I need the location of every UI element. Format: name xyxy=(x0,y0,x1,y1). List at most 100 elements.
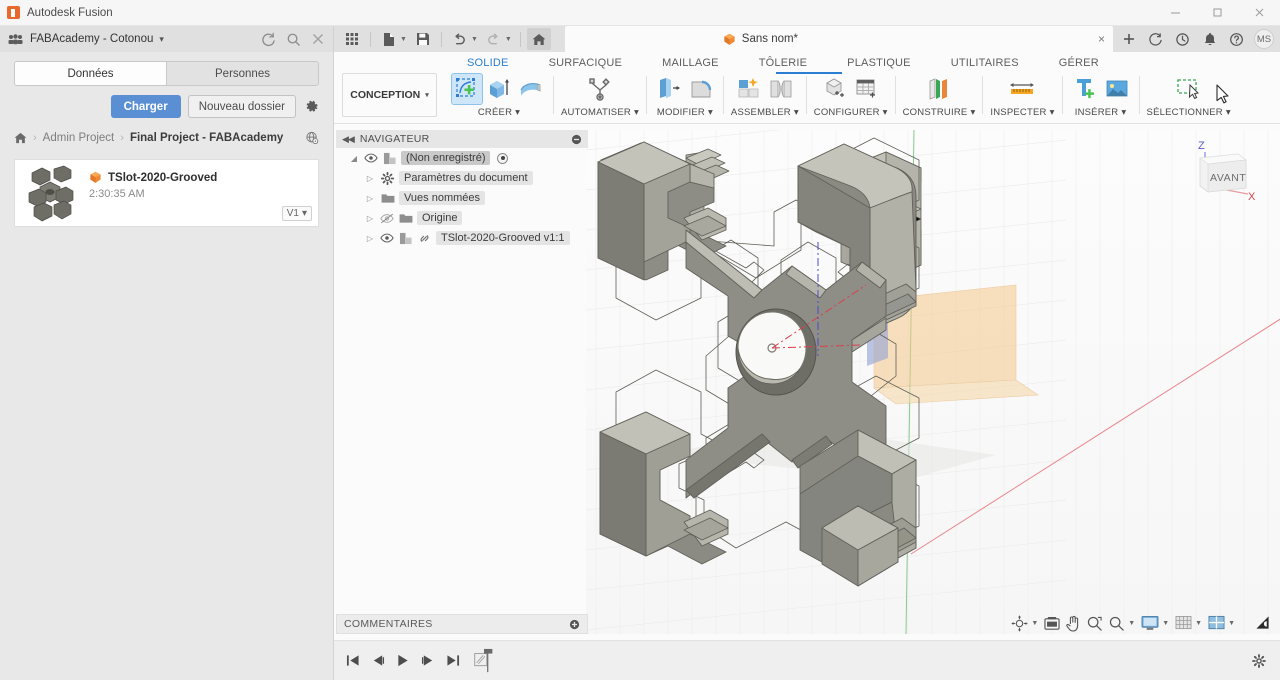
chevron-down-icon[interactable]: ▼ xyxy=(471,36,478,43)
collapse-left-icon[interactable]: ◀◀ xyxy=(342,134,355,145)
expand-arrow-icon[interactable]: ◢ xyxy=(348,154,360,163)
chevron-down-icon[interactable]: ▼ xyxy=(1195,620,1202,627)
ribbon-group-label[interactable]: AUTOMATISER ▾ xyxy=(561,107,639,118)
home-icon[interactable] xyxy=(526,28,551,50)
configuration-icon[interactable] xyxy=(820,74,850,104)
browser-row-origin[interactable]: ▷ Origine xyxy=(336,208,588,228)
version-selector[interactable]: V1 ▾ xyxy=(281,206,312,221)
tab-maillage[interactable]: MAILLAGE xyxy=(642,57,739,72)
redo-icon[interactable] xyxy=(482,28,506,50)
tab-utilitaires[interactable]: UTILITAIRES xyxy=(931,57,1039,72)
grid-snap-icon[interactable] xyxy=(1173,613,1194,633)
file-card[interactable]: TSlot-2020-Grooved 2:30:35 AM V1 ▾ xyxy=(14,159,319,227)
eye-visible-icon[interactable] xyxy=(364,153,378,163)
create-sketch-icon[interactable] xyxy=(451,73,483,105)
insert-canvas-icon[interactable] xyxy=(1102,74,1132,104)
chevron-down-icon[interactable]: ▾ xyxy=(159,34,164,45)
ribbon-group-label[interactable]: CONSTRUIRE ▾ xyxy=(903,107,976,118)
chevron-down-icon[interactable]: ▼ xyxy=(505,36,512,43)
expand-arrow-icon[interactable]: ▷ xyxy=(364,234,376,243)
zoom-icon[interactable] xyxy=(1084,613,1105,633)
ribbon-group-label[interactable]: INSPECTER ▾ xyxy=(990,107,1054,118)
save-icon[interactable] xyxy=(411,28,435,50)
ribbon-group-label[interactable]: MODIFIER ▾ xyxy=(657,107,713,118)
view-cube[interactable]: Z X AVANT xyxy=(1180,138,1258,214)
help-icon[interactable] xyxy=(1223,26,1250,52)
ribbon-group-label[interactable]: INSÉRER ▾ xyxy=(1075,107,1127,118)
tab-gerer[interactable]: GÉRER xyxy=(1039,57,1119,72)
chevron-down-icon[interactable]: ▼ xyxy=(1031,620,1038,627)
ribbon-group-label[interactable]: CRÉER ▾ xyxy=(478,107,520,118)
minus-circle-icon[interactable] xyxy=(571,134,582,145)
undo-icon[interactable] xyxy=(448,28,472,50)
home-icon[interactable] xyxy=(14,132,27,144)
viewports-icon[interactable] xyxy=(1206,613,1227,633)
pan-icon[interactable] xyxy=(1063,613,1083,633)
app-grid-icon[interactable] xyxy=(340,28,364,50)
config-table-icon[interactable] xyxy=(852,74,882,104)
plus-circle-icon[interactable] xyxy=(569,619,580,630)
globe-icon[interactable] xyxy=(305,131,319,145)
ribbon-group-label[interactable]: CONFIGURER ▾ xyxy=(814,107,888,118)
offset-plane-icon[interactable] xyxy=(924,74,954,104)
tab-donnees[interactable]: Données xyxy=(15,62,166,85)
recent-icon[interactable] xyxy=(1169,26,1196,52)
gear-icon[interactable] xyxy=(305,100,319,114)
look-at-icon[interactable] xyxy=(1042,613,1062,633)
new-folder-button[interactable]: Nouveau dossier xyxy=(187,95,296,118)
go-to-end-icon[interactable] xyxy=(442,650,464,672)
browser-row-root[interactable]: ◢ (Non enregistré) xyxy=(336,148,588,168)
close-panel-icon[interactable] xyxy=(311,32,325,46)
eye-visible-icon[interactable] xyxy=(380,233,394,243)
chevron-down-icon[interactable]: ▼ xyxy=(1162,620,1169,627)
select-window-icon[interactable] xyxy=(1174,74,1204,104)
tab-tolerie[interactable]: TÔLERIE xyxy=(739,57,827,72)
expand-arrow-icon[interactable]: ▷ xyxy=(364,174,376,183)
job-status-icon[interactable] xyxy=(1142,26,1169,52)
tab-surfacique[interactable]: SURFACIQUE xyxy=(529,57,643,72)
refresh-icon[interactable] xyxy=(261,32,276,47)
tab-personnes[interactable]: Personnes xyxy=(166,62,318,85)
browser-row-named-views[interactable]: ▷ Vues nommées xyxy=(336,188,588,208)
new-file-icon[interactable] xyxy=(377,28,401,50)
minimize-icon[interactable] xyxy=(1154,0,1196,26)
measure-icon[interactable] xyxy=(1007,74,1037,104)
insert-mcmaster-icon[interactable] xyxy=(1070,74,1100,104)
tab-plastique[interactable]: PLASTIQUE xyxy=(827,57,931,72)
step-back-icon[interactable] xyxy=(367,650,389,672)
hub-name[interactable]: FABAcademy - Cotonou xyxy=(30,33,153,45)
document-tab[interactable]: Sans nom* × xyxy=(564,26,1113,52)
workspace-selector[interactable]: CONCEPTION ▾ xyxy=(342,73,437,117)
ribbon-group-label[interactable]: ASSEMBLER ▾ xyxy=(731,107,799,118)
chevron-down-icon[interactable]: ▼ xyxy=(1228,620,1235,627)
extrude-icon[interactable] xyxy=(484,74,514,104)
comments-panel[interactable]: COMMENTAIRES xyxy=(336,614,588,634)
browser-row-document-settings[interactable]: ▷ Paramètres du document xyxy=(336,168,588,188)
activate-component-radio[interactable] xyxy=(497,152,509,164)
chevron-down-icon[interactable]: ▼ xyxy=(400,36,407,43)
notifications-bell-icon[interactable] xyxy=(1196,26,1223,52)
close-icon[interactable] xyxy=(1238,0,1280,26)
avatar[interactable]: MS xyxy=(1254,29,1274,49)
step-forward-icon[interactable] xyxy=(417,650,439,672)
press-pull-icon[interactable] xyxy=(654,74,684,104)
upload-button[interactable]: Charger xyxy=(110,95,181,118)
play-icon[interactable] xyxy=(392,650,414,672)
tab-solide[interactable]: SOLIDE xyxy=(447,57,529,72)
revolve-icon[interactable] xyxy=(516,74,546,104)
search-icon[interactable] xyxy=(286,32,301,47)
3d-viewport[interactable]: Z X AVANT xyxy=(586,130,1280,634)
close-icon[interactable]: × xyxy=(1098,32,1105,46)
expand-arrow-icon[interactable]: ▷ xyxy=(364,214,376,223)
expand-arrow-icon[interactable]: ▷ xyxy=(364,194,376,203)
automate-icon[interactable] xyxy=(585,74,615,104)
breadcrumb-item-final-project[interactable]: Final Project - FABAcademy xyxy=(130,132,283,144)
chevron-down-icon[interactable]: ▼ xyxy=(1128,620,1135,627)
orbit-icon[interactable] xyxy=(1009,613,1030,633)
go-to-beginning-icon[interactable] xyxy=(342,650,364,672)
zoom-window-icon[interactable] xyxy=(1106,613,1127,633)
ribbon-group-label[interactable]: SÉLECTIONNER ▾ xyxy=(1147,107,1231,118)
maximize-icon[interactable] xyxy=(1196,0,1238,26)
browser-row-tslot-component[interactable]: ▷ TSlot-2020-Grooved v1:1 xyxy=(336,228,588,248)
gear-icon[interactable] xyxy=(1252,653,1266,668)
